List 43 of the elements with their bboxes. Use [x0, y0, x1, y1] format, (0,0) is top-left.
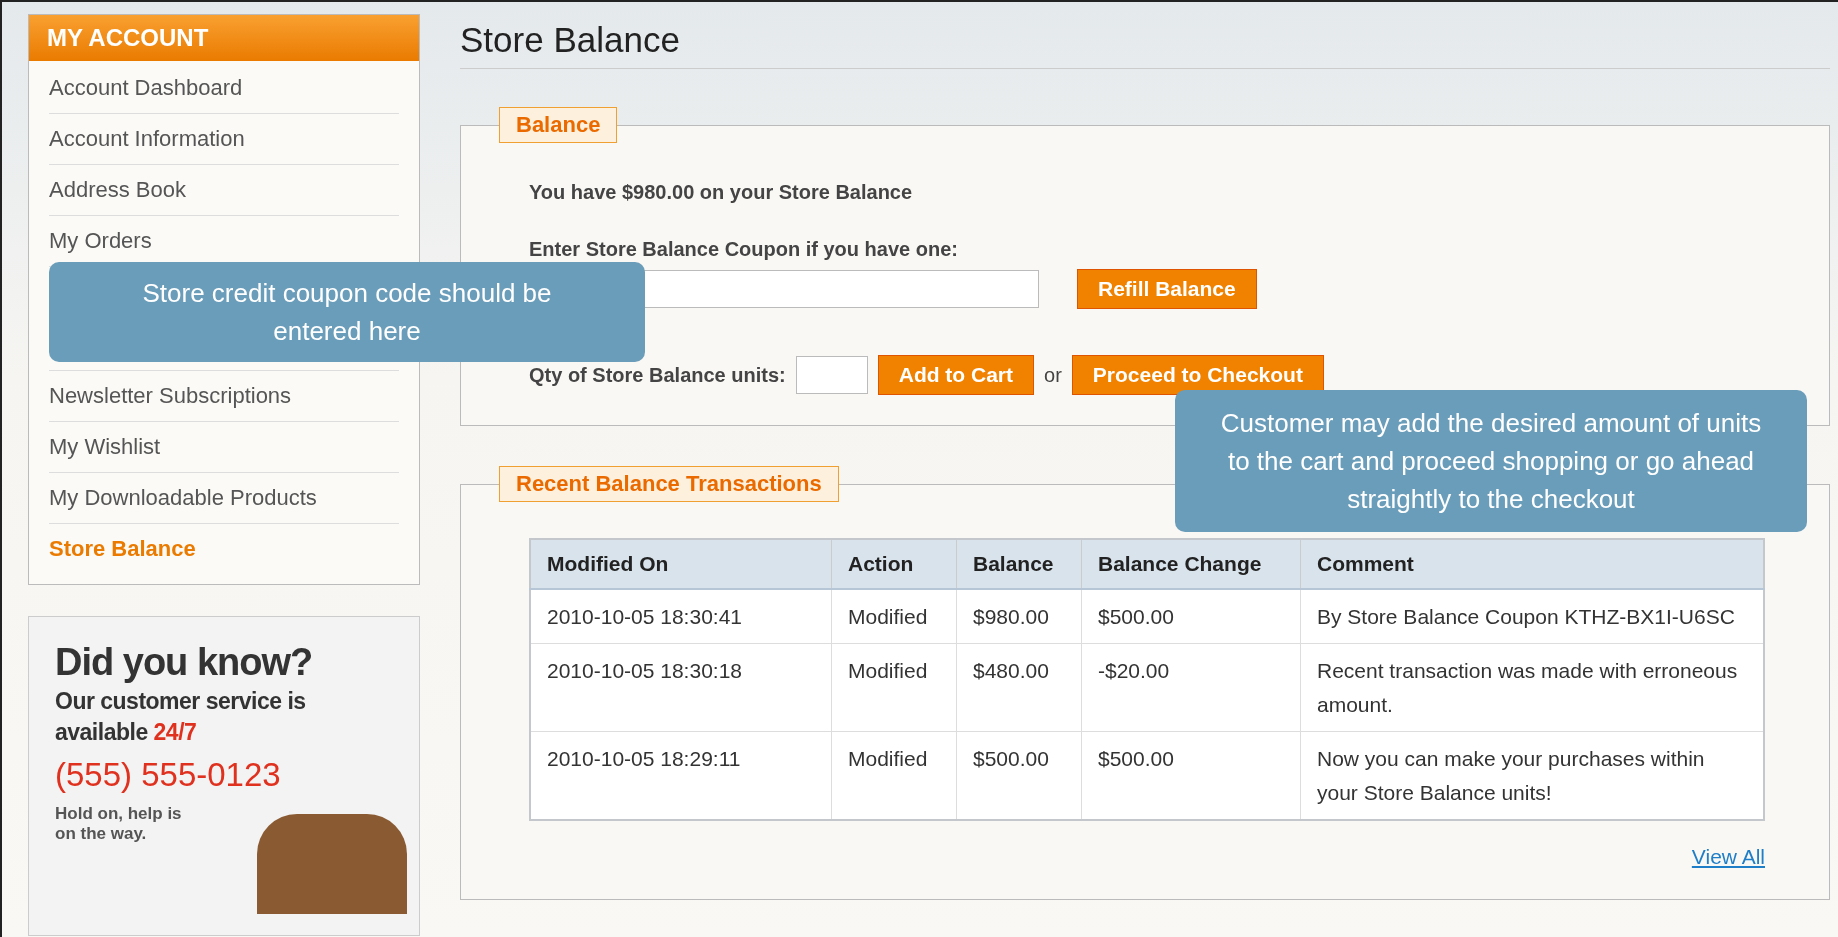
balance-summary: You have $980.00 on your Store Balance	[529, 181, 914, 204]
sidebar-item[interactable]: Account Information	[49, 114, 399, 165]
section-legend: Balance	[499, 107, 618, 143]
callout-tooltip: Store credit coupon code should be entered here	[49, 262, 645, 362]
table-cell: 2010-10-05 18:30:41	[530, 589, 832, 644]
sidebar-item[interactable]: Newsletter Subscriptions	[49, 370, 399, 422]
callout-tooltip: Customer may add the desired amount of units to the cart and proceed shopping or go ahead straightly to the checkout	[1175, 390, 1807, 532]
section-legend: Recent Balance Transactions	[499, 466, 839, 502]
sidebar-item[interactable]: My Downloadable Products	[49, 473, 399, 524]
column-header: Balance Change	[1081, 539, 1301, 589]
promo-text: available 24/7	[55, 719, 198, 746]
column-header: Comment	[1300, 539, 1764, 589]
table-cell: Now you can make your purchases within your Store Balance units!	[1300, 731, 1764, 820]
sidebar-item[interactable]: My Wishlist	[49, 422, 399, 473]
column-header: Action	[831, 539, 957, 589]
sidebar-item[interactable]: Account Dashboard	[49, 63, 399, 114]
promo-note: Hold on, help is on the way.	[55, 804, 182, 845]
table-cell: Recent transaction was made with erroneous amount.	[1300, 643, 1764, 732]
sidebar-item[interactable]: Address Book	[49, 165, 399, 216]
table-cell: Modified	[831, 643, 957, 732]
phone-number: (555) 555-0123	[55, 756, 282, 794]
field-label: Enter Store Balance Coupon if you have one:	[529, 238, 959, 261]
table-cell: 2010-10-05 18:29:11	[530, 731, 832, 820]
view-all-link[interactable]: View All	[1691, 845, 1765, 869]
table-cell: Modified	[831, 731, 957, 820]
table-cell: By Store Balance Coupon KTHZ-BX1I-U6SC	[1300, 589, 1764, 644]
table-cell: 2010-10-05 18:30:18	[530, 643, 832, 732]
promo-heading: Did you know?	[55, 641, 314, 684]
promo-text: Our customer service is	[55, 688, 307, 715]
panel-title: MY ACCOUNT	[29, 15, 419, 61]
table-cell: Modified	[831, 589, 957, 644]
qty-input-field[interactable]	[795, 356, 868, 394]
table-cell: $480.00	[956, 643, 1082, 732]
table-cell: $500.00	[1081, 589, 1301, 644]
field-label: Qty of Store Balance units:	[529, 363, 786, 387]
column-header: Modified On	[530, 539, 832, 589]
or-text: or	[1044, 363, 1062, 387]
page-title: Store Balance	[460, 20, 1830, 69]
table-cell: -$20.00	[1081, 643, 1301, 732]
table-cell: $500.00	[1081, 731, 1301, 820]
table-cell: $500.00	[956, 731, 1082, 820]
column-header: Balance	[956, 539, 1082, 589]
table-cell: $980.00	[956, 589, 1082, 644]
